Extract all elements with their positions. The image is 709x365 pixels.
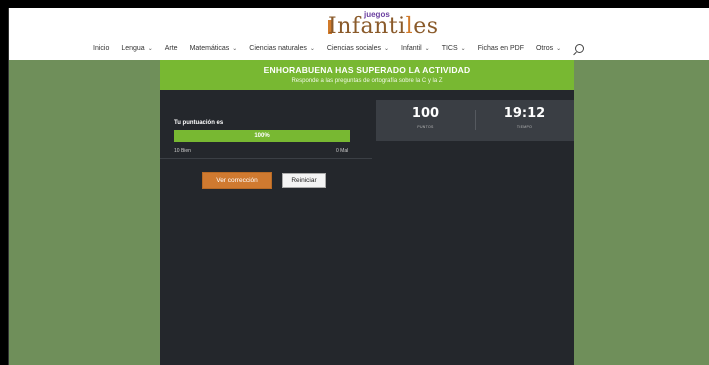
browser-frame: juegos Infantiles Inicio Lengua ⌄ Arte Ma… xyxy=(8,8,709,365)
stats-box: 100 PUNTOS 19:12 TIEMPO xyxy=(376,100,574,141)
chevron-down-icon: ⌄ xyxy=(556,46,562,52)
site-logo[interactable]: juegos Infantiles xyxy=(328,10,438,40)
nav-label: Arte xyxy=(164,45,178,52)
score-progress-bar: 100% xyxy=(174,130,350,142)
points-stat: 100 PUNTOS xyxy=(376,106,475,129)
nav-item-lengua[interactable]: Lengua ⌄ xyxy=(121,45,152,52)
wrong-count: 0 Mal xyxy=(336,148,349,154)
nav-label: Inicio xyxy=(93,45,110,52)
score-progress-text: 100% xyxy=(254,133,270,139)
nav-item-tics[interactable]: TICS ⌄ xyxy=(442,45,466,52)
score-progress-fill: 100% xyxy=(174,130,350,142)
logo-part-right: es xyxy=(413,14,439,39)
nav-label: Ciencias naturales xyxy=(249,45,307,52)
chevron-down-icon: ⌄ xyxy=(309,46,315,52)
score-label: Tu puntuación es xyxy=(174,120,224,126)
chevron-down-icon: ⌄ xyxy=(147,46,153,52)
nav-label: Matemáticas xyxy=(189,45,230,52)
nav-item-ciencias-naturales[interactable]: Ciencias naturales ⌄ xyxy=(249,45,315,52)
main-nav: Inicio Lengua ⌄ Arte Matemáticas ⌄ Ciencia… xyxy=(93,44,585,53)
chevron-down-icon: ⌄ xyxy=(232,46,238,52)
site-header: juegos Infantiles Inicio Lengua ⌄ Arte Ma… xyxy=(9,8,709,60)
banner-title: ENHORABUENA HAS SUPERADO LA ACTIVIDAD xyxy=(263,65,471,75)
logo-part-left: Infanti xyxy=(328,14,406,39)
nav-label: Lengua xyxy=(121,45,145,52)
restart-button[interactable]: Reiniciar xyxy=(282,173,326,188)
nav-label: Infantil xyxy=(401,45,422,52)
nav-label: Ciencias sociales xyxy=(326,45,382,52)
nav-label: TICS xyxy=(441,45,458,52)
nav-item-otros[interactable]: Otros ⌄ xyxy=(536,45,561,52)
view-correction-button[interactable]: Ver corrección xyxy=(202,172,272,189)
correct-count: 10 Bien xyxy=(174,148,191,154)
chevron-down-icon: ⌄ xyxy=(384,46,390,52)
logo-main-text: Infantiles xyxy=(328,14,439,39)
nav-label: Fichas en PDF xyxy=(477,45,524,52)
nav-item-ciencias-sociales[interactable]: Ciencias sociales ⌄ xyxy=(327,45,389,52)
nav-item-arte[interactable]: Arte xyxy=(165,45,178,52)
nav-item-infantil[interactable]: Infantil ⌄ xyxy=(401,45,430,52)
chevron-down-icon: ⌄ xyxy=(460,46,466,52)
time-stat: 19:12 TIEMPO xyxy=(475,106,574,129)
time-value: 19:12 xyxy=(503,106,546,121)
divider xyxy=(160,158,372,159)
search-icon[interactable] xyxy=(575,44,585,53)
banner-subtitle: Responde a las preguntas de ortografía s… xyxy=(291,78,443,84)
nav-item-inicio[interactable]: Inicio xyxy=(93,45,109,52)
time-label: TIEMPO xyxy=(516,125,533,129)
points-value: 100 xyxy=(411,106,440,121)
nav-label: Otros xyxy=(535,45,554,52)
chevron-down-icon: ⌄ xyxy=(424,46,430,52)
success-banner: ENHORABUENA HAS SUPERADO LA ACTIVIDAD Re… xyxy=(160,60,574,90)
activity-panel: ENHORABUENA HAS SUPERADO LA ACTIVIDAD Re… xyxy=(160,60,574,365)
nav-item-matematicas[interactable]: Matemáticas ⌄ xyxy=(190,45,238,52)
nav-item-fichas-pdf[interactable]: Fichas en PDF xyxy=(478,45,524,52)
points-label: PUNTOS xyxy=(417,125,434,129)
